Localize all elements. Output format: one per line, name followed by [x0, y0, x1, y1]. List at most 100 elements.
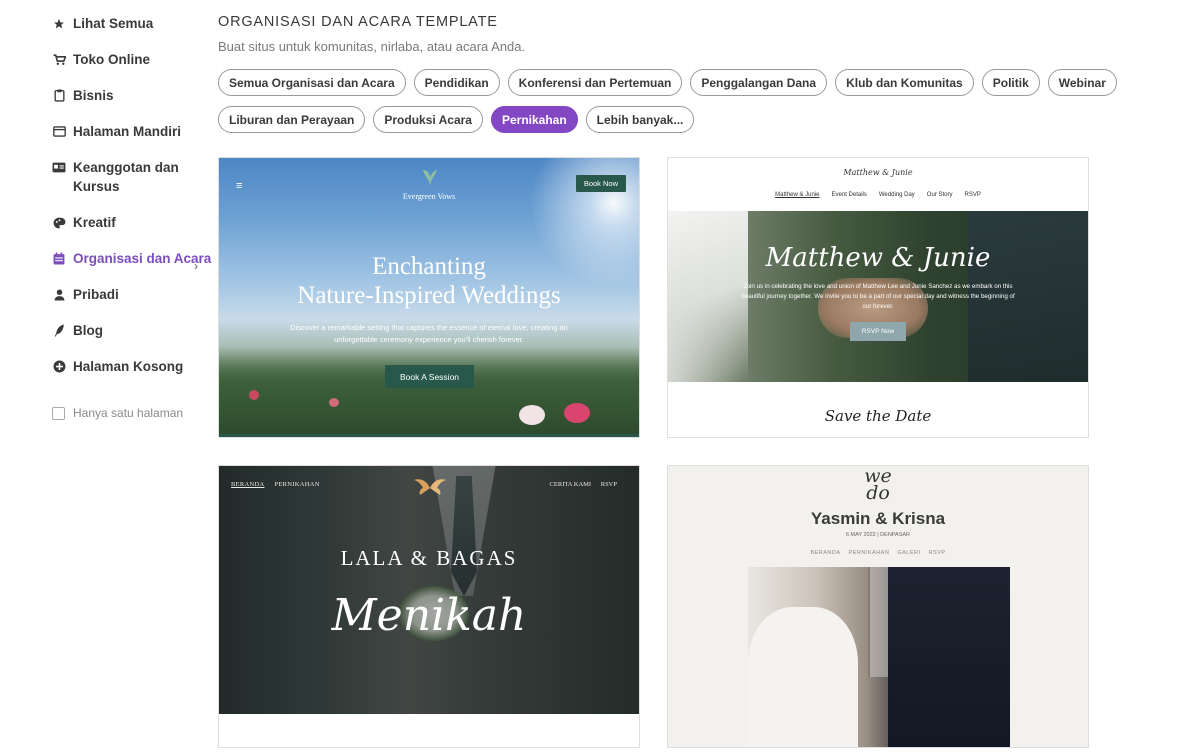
template-nav-item: PERNIKAHAN	[848, 550, 890, 556]
template-logo: Matthew & Junie	[843, 168, 913, 177]
person-icon	[52, 285, 66, 304]
book-now-button: Book Now	[575, 175, 626, 192]
filter-chip-semua[interactable]: Semua Organisasi dan Acara	[218, 69, 406, 96]
sidebar-item-label: Organisasi dan Acara	[73, 251, 212, 266]
photo-groom	[888, 567, 1010, 747]
template-card-yasmin-krisna[interactable]: we do Yasmin & Krisna 6 MAY 2022 | DENPA…	[667, 465, 1089, 748]
template-card-matthew-junie[interactable]: Matthew & Junie Matthew & Junie Event De…	[667, 157, 1089, 438]
template-nav: Matthew & Junie Event Details Wedding Da…	[668, 192, 1088, 198]
cart-icon	[52, 50, 66, 69]
sidebar-item-halaman-kosong[interactable]: Halaman Kosong	[52, 357, 212, 376]
template-nav-item: Wedding Day	[878, 192, 915, 198]
sidebar-item-label: Blog	[73, 323, 103, 338]
bottom-accent-bar	[219, 434, 639, 437]
template-nav-item: BERANDA	[810, 550, 841, 556]
template-nav-item: RSVP	[600, 481, 617, 488]
sidebar-item-halaman-mandiri[interactable]: Halaman Mandiri	[52, 122, 212, 141]
couple-photo	[748, 567, 1010, 747]
filter-row-1: Semua Organisasi dan Acara Pendidikan Ko…	[218, 69, 1117, 96]
category-sidebar: Lihat Semua Toko Online Bisnis Halaman M…	[52, 14, 212, 420]
template-nav: BERANDA PERNIKAHAN GALERI RSVP	[668, 550, 1088, 556]
single-page-checkbox[interactable]: Hanya satu halaman	[52, 406, 212, 420]
hero-title: Matthew & Junie	[765, 243, 991, 273]
id-card-icon	[52, 158, 66, 177]
filter-chip-liburan[interactable]: Liburan dan Perayaan	[218, 106, 366, 133]
filter-row-2: Liburan dan Perayaan Produksi Acara Pern…	[218, 106, 1098, 133]
checkbox-box[interactable]	[52, 406, 65, 420]
filter-chip-produksi-acara[interactable]: Produksi Acara	[373, 106, 483, 133]
we-do-monogram: we do	[668, 467, 1088, 504]
plus-circle-icon	[52, 357, 66, 376]
flower-decoration	[329, 398, 339, 407]
page-subtitle: Buat situs untuk komunitas, nirlaba, ata…	[218, 39, 526, 54]
hero-title: Enchanting Nature-Inspired Weddings	[219, 252, 639, 310]
filter-chip-pernikahan[interactable]: Pernikahan	[490, 106, 578, 133]
sidebar-item-label: Lihat Semua	[73, 16, 154, 31]
palette-icon	[52, 213, 66, 232]
filter-chip-penggalangan-dana[interactable]: Penggalangan Dana	[690, 69, 828, 96]
browser-window-icon	[52, 122, 66, 141]
leaf-logo-icon	[422, 169, 438, 187]
template-card-lala-bagas[interactable]: BERANDA PERNIKAHAN CERITA KAMI RSVP LALA…	[218, 465, 640, 748]
card-footer	[219, 714, 639, 747]
template-nav-item: Event Details	[831, 192, 867, 198]
template-nav-item: PERNIKAHAN	[274, 481, 320, 488]
sidebar-item-label: Toko Online	[73, 52, 150, 67]
sidebar-item-label: Keanggotan dan Kursus	[73, 160, 179, 194]
hero-photo-dress	[668, 211, 748, 382]
sidebar-item-label: Pribadi	[73, 287, 119, 302]
sidebar-item-toko-online[interactable]: Toko Online	[52, 50, 212, 69]
filter-chip-politik[interactable]: Politik	[981, 69, 1040, 96]
filter-chip-webinar[interactable]: Webinar	[1047, 69, 1117, 96]
doves-logo-icon	[414, 479, 446, 495]
hamburger-menu-icon: ≡	[236, 180, 243, 192]
template-nav-item: Matthew & Junie	[775, 192, 820, 198]
template-nav-item: Our Story	[926, 192, 953, 198]
template-card-evergreen-vows[interactable]: ≡ Evergreen Vows Book Now Enchanting Nat…	[218, 157, 640, 438]
flower-decoration	[519, 405, 545, 425]
sidebar-item-lihat-semua[interactable]: Lihat Semua	[52, 14, 212, 33]
template-nav-right: CERITA KAMI RSVP	[542, 481, 617, 488]
template-nav-item: RSVP	[928, 550, 946, 556]
hero-title-line-1: Enchanting	[372, 253, 486, 280]
sidebar-item-label: Bisnis	[73, 88, 114, 103]
chevron-right-icon: ›	[194, 259, 198, 273]
save-the-date-heading: Save the Date	[824, 407, 932, 425]
calendar-icon	[52, 249, 66, 268]
filter-chip-pendidikan[interactable]: Pendidikan	[413, 69, 500, 96]
sidebar-item-keanggotaan[interactable]: Keanggotan dan Kursus	[52, 158, 212, 196]
template-nav-item: GALERI	[897, 550, 921, 556]
template-nav-item: BERANDA	[231, 481, 265, 488]
book-session-button: Book A Session	[385, 365, 474, 388]
page-title: ORGANISASI DAN ACARA TEMPLATE	[218, 14, 498, 30]
sidebar-item-bisnis[interactable]: Bisnis	[52, 86, 212, 105]
filter-chips: Semua Organisasi dan Acara Pendidikan Ko…	[218, 69, 1117, 133]
template-brand: Evergreen Vows	[402, 192, 456, 201]
sidebar-item-kreatif[interactable]: Kreatif	[52, 213, 212, 232]
filter-chip-lebih-banyak[interactable]: Lebih banyak...	[585, 106, 695, 133]
flower-decoration	[249, 390, 259, 400]
hero-description: Join us in celebrating the love and unio…	[741, 283, 1015, 310]
rsvp-now-button: RSVP Now	[850, 322, 906, 341]
filter-chip-konferensi[interactable]: Konferensi dan Pertemuan	[507, 69, 683, 96]
flower-decoration	[564, 403, 590, 423]
clipboard-icon	[52, 86, 66, 105]
template-gallery: ORGANISASI DAN ACARA TEMPLATE Buat situs…	[218, 14, 1117, 143]
template-nav-item: CERITA KAMI	[549, 481, 592, 488]
hero-description: Discover a remarkable setting that captu…	[290, 323, 568, 344]
event-date: 6 MAY 2022 | DENPASAR	[845, 532, 911, 538]
sidebar-item-organisasi-dan-acara[interactable]: Organisasi dan Acara ›	[52, 249, 212, 273]
sidebar-item-blog[interactable]: Blog	[52, 321, 212, 340]
sidebar-item-label: Halaman Mandiri	[73, 124, 182, 139]
sidebar-item-pribadi[interactable]: Pribadi	[52, 285, 212, 304]
hero-title-line-2: Nature-Inspired Weddings	[297, 282, 561, 309]
template-nav-item: RSVP	[964, 192, 981, 198]
monogram-line-2: do	[866, 482, 890, 504]
couple-names: Yasmin & Krisna	[810, 509, 946, 528]
filter-chip-klub-komunitas[interactable]: Klub dan Komunitas	[835, 69, 974, 96]
star-icon	[52, 14, 66, 33]
couple-names: LALA & BAGAS	[340, 546, 518, 570]
template-nav-left: BERANDA PERNIKAHAN	[231, 481, 328, 488]
garden-foreground	[219, 347, 639, 437]
sidebar-item-label: Halaman Kosong	[73, 359, 184, 374]
